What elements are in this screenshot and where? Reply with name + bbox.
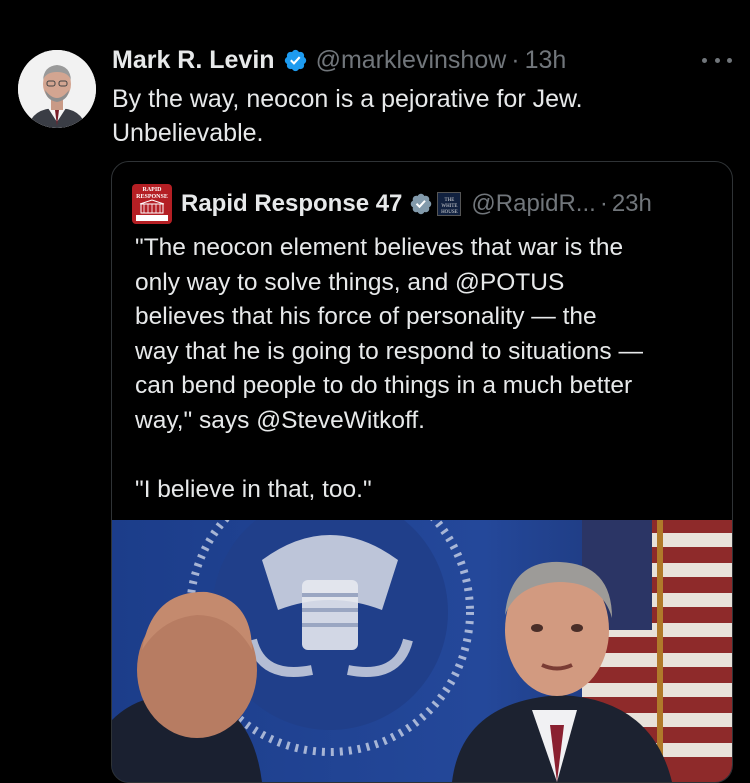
more-options-icon[interactable] bbox=[702, 50, 732, 70]
more-dot bbox=[727, 57, 732, 63]
verified-gray-badge-icon bbox=[411, 193, 432, 215]
quoted-text-line: believes that his force of personality —… bbox=[135, 303, 597, 330]
verified-badge-icon[interactable] bbox=[283, 48, 308, 73]
separator-dot: · bbox=[511, 45, 520, 74]
quoted-tweet-header: RAPID RESPONSE Rapid Response 47 THE WHI… bbox=[132, 184, 652, 224]
quoted-tweet-text: "The neocon element believes that war is… bbox=[135, 231, 725, 507]
tweet-text-line: Unbelievable. bbox=[112, 119, 264, 147]
tweet-text: By the way, neocon is a pejorative for J… bbox=[112, 82, 712, 150]
quoted-text-line: "I believe in that, too." bbox=[135, 475, 372, 503]
quoted-tweet-timestamp[interactable]: 23h bbox=[612, 190, 652, 218]
quoted-author-name[interactable]: Rapid Response 47 bbox=[181, 190, 402, 218]
author-avatar[interactable] bbox=[18, 50, 96, 128]
quoted-text-line: way," says @SteveWitkoff. bbox=[135, 406, 425, 434]
more-dot bbox=[702, 57, 707, 63]
quoted-text-line: "The neocon element believes that war is… bbox=[135, 234, 624, 261]
quoted-text-line: can bend people to do things in a much b… bbox=[135, 372, 633, 399]
tweet-text-line: By the way, neocon is a pejorative for J… bbox=[112, 85, 583, 113]
quoted-text-line: only way to solve things, and @POTUS bbox=[135, 268, 565, 296]
more-dot bbox=[714, 57, 720, 63]
author-avatar-image bbox=[18, 50, 96, 128]
affiliation-badge-icon: THE WHITE HOUSE bbox=[437, 192, 462, 216]
quoted-tweet-media-image[interactable] bbox=[112, 520, 732, 782]
author-name[interactable]: Mark R. Levin bbox=[112, 46, 275, 75]
quoted-author-avatar[interactable]: RAPID RESPONSE bbox=[132, 184, 172, 224]
tweet-timestamp[interactable]: 13h bbox=[525, 46, 567, 75]
tweet-header: Mark R. Levin @marklevinshow · 13h bbox=[112, 44, 710, 76]
quoted-author-handle[interactable]: @RapidR... bbox=[471, 190, 595, 218]
author-handle[interactable]: @marklevinshow bbox=[316, 46, 507, 75]
quoted-text-line: way that he is going to respond to situa… bbox=[135, 337, 643, 365]
press-photo-illustration bbox=[112, 520, 732, 782]
white-house-logo-icon bbox=[136, 199, 168, 221]
separator-dot: · bbox=[599, 190, 608, 217]
quoted-tweet-card[interactable]: RAPID RESPONSE Rapid Response 47 THE WHI… bbox=[111, 161, 733, 783]
affiliation-badge-text: THE WHITE HOUSE bbox=[441, 198, 458, 215]
